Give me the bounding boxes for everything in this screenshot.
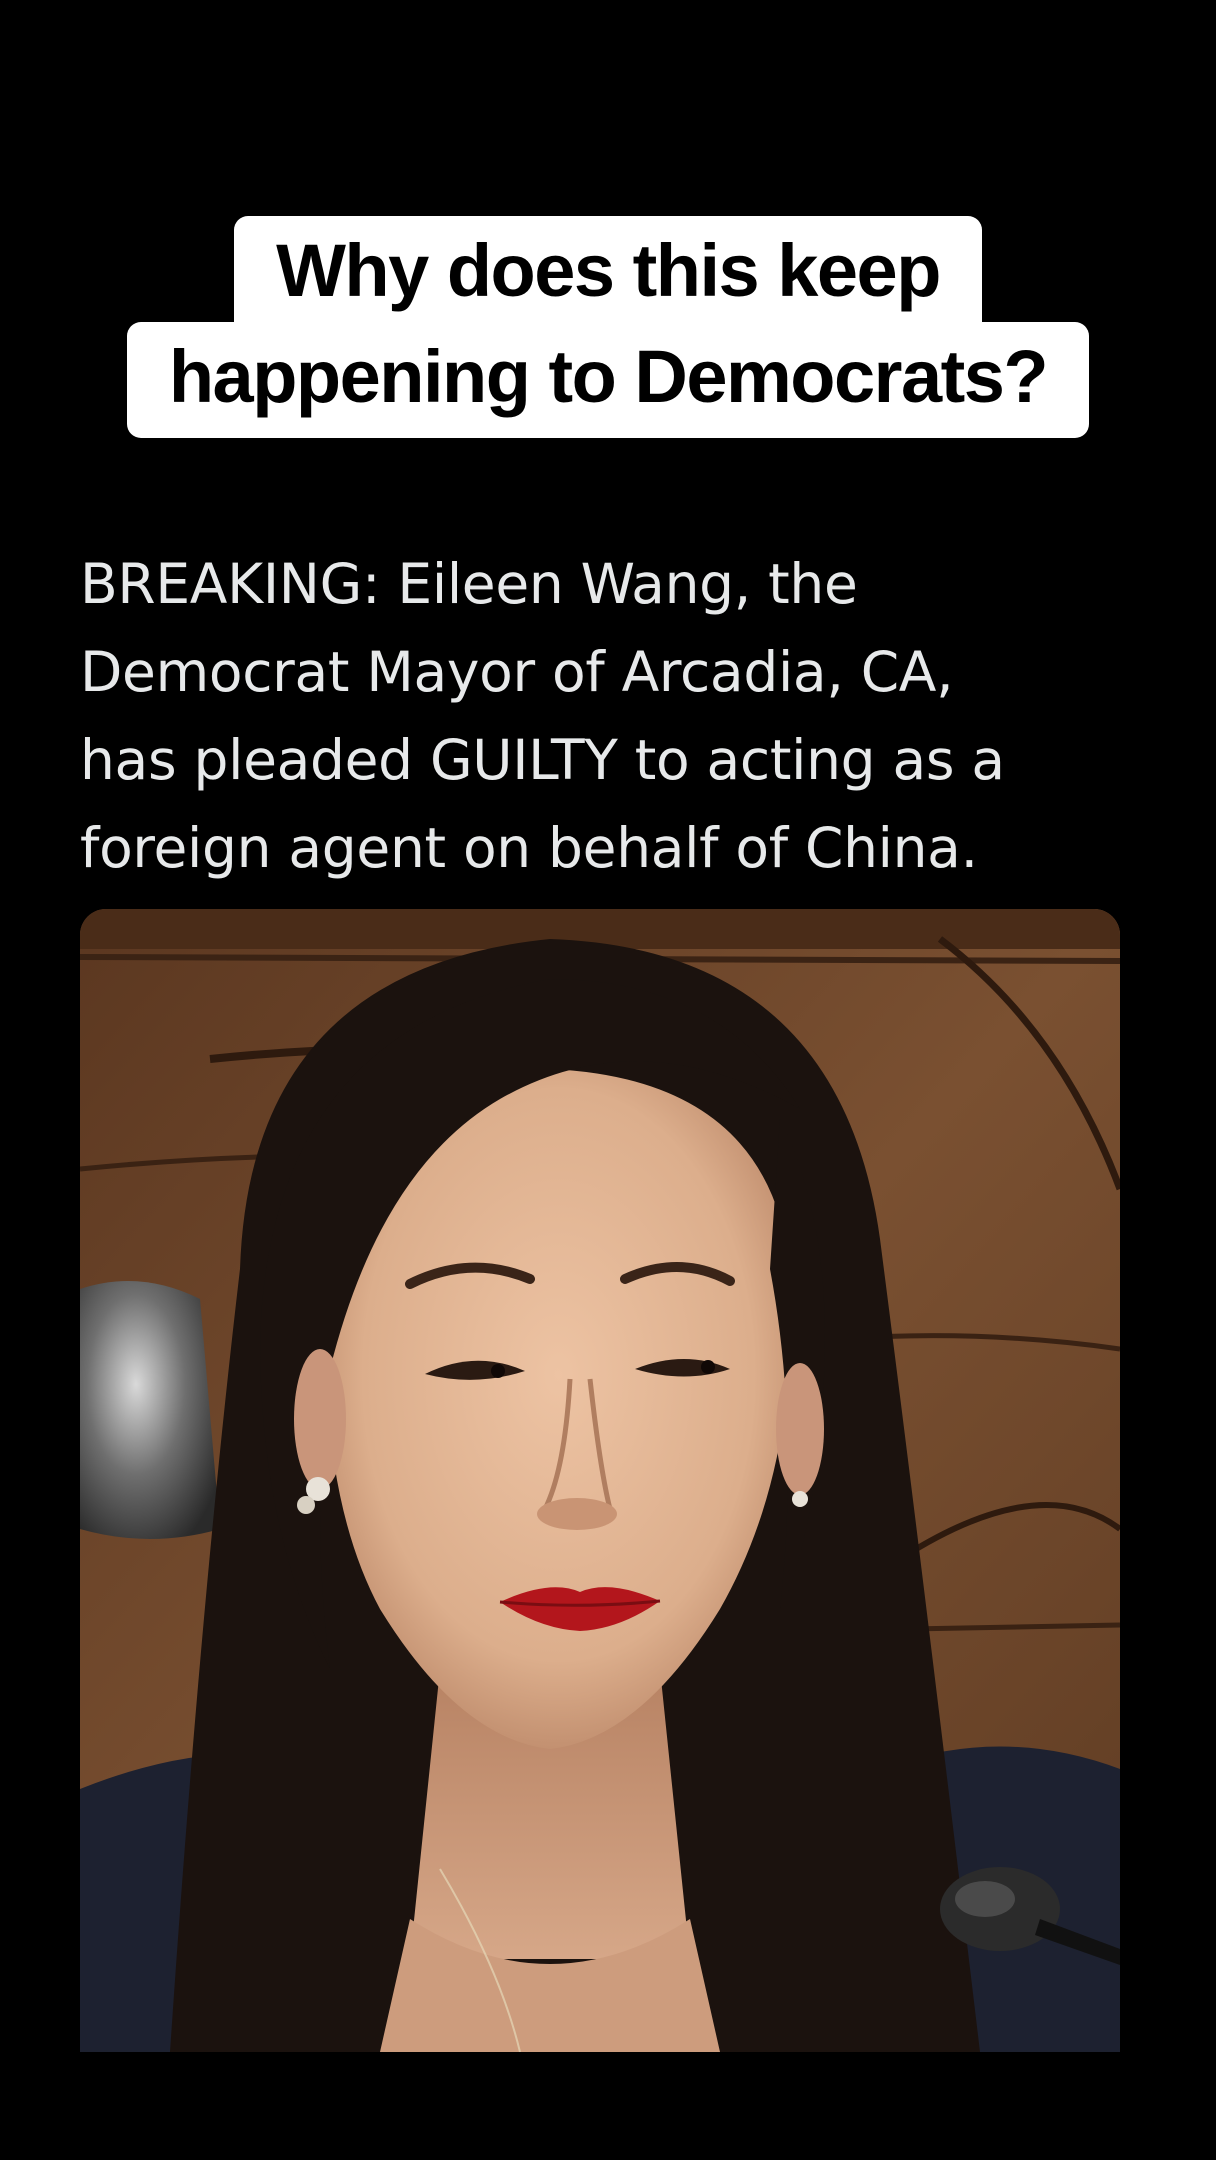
caption-line-1: Why does this keep bbox=[234, 216, 982, 324]
caption-line-2: happening to Democrats? bbox=[126, 322, 1090, 438]
post-photo bbox=[80, 909, 1120, 2052]
post-text-line: BREAKING: Eileen Wang, the bbox=[80, 552, 858, 616]
post-text-line: has pleaded GUILTY to acting as a bbox=[80, 728, 1005, 792]
post-text: BREAKING: Eileen Wang, the Democrat Mayo… bbox=[80, 540, 1160, 892]
post-text-line: foreign agent on behalf of China. bbox=[80, 816, 978, 880]
post-text-line: Democrat Mayor of Arcadia, CA, bbox=[80, 640, 954, 704]
video-caption: Why does this keep happening to Democrat… bbox=[0, 216, 1216, 438]
portrait-illustration bbox=[80, 909, 1120, 2052]
